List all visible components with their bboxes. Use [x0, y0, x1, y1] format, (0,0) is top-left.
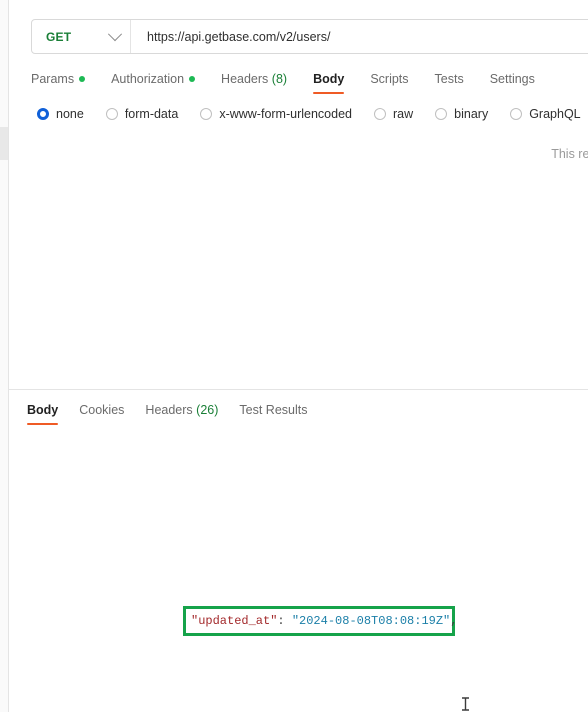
response-tab-label: Body — [27, 403, 59, 417]
request-tab-count: (8) — [271, 72, 288, 86]
sidebar-rail — [0, 0, 9, 712]
annotation-highlight-box: "updated_at": "2024-08-08T08:08:19Z", — [183, 606, 457, 636]
request-tab-body[interactable]: Body — [313, 68, 357, 96]
annotation-key: "updated_at" — [191, 614, 278, 628]
body-type-radio-binary[interactable]: binary — [435, 107, 488, 121]
request-tab-scripts[interactable]: Scripts — [370, 68, 421, 96]
request-tab-label: Scripts — [370, 72, 409, 86]
request-tab-label: Headers — [221, 72, 269, 86]
body-type-radio-label: GraphQL — [529, 107, 581, 121]
url-bar: GET https://api.getbase.com/v2/users/ — [31, 19, 588, 54]
request-tab-label: Tests — [434, 72, 464, 86]
body-type-radio-group: none form-data x-www-form-urlencoded raw bin… — [37, 107, 588, 121]
chevron-down-icon — [107, 26, 123, 41]
annotation-value: "2024-08-08T08:08:19Z" — [291, 614, 451, 628]
request-tab-params[interactable]: Params — [31, 68, 98, 96]
request-tabs: Params Authorization Headers (8) Body Script… — [31, 68, 561, 96]
body-type-radio-none[interactable]: none — [37, 107, 84, 121]
body-type-radio-label: x-www-form-urlencoded — [219, 107, 352, 121]
body-type-radio-form-data[interactable]: form-data — [105, 107, 179, 121]
request-tab-tests[interactable]: Tests — [435, 68, 477, 96]
radio-button-icon — [105, 108, 118, 120]
request-body-empty-message: This request does not have a body — [9, 147, 588, 161]
body-type-radio-x-www-form-urlencoded[interactable]: x-www-form-urlencoded — [200, 107, 352, 121]
radio-button-icon — [435, 108, 448, 120]
request-tab-label: Body — [313, 72, 345, 86]
radio-button-icon — [510, 108, 523, 120]
response-tab-count: (26) — [196, 403, 219, 417]
annotation-colon: : — [277, 614, 292, 628]
http-method-select[interactable]: GET — [32, 20, 130, 53]
response-tabs: Body Cookies Headers (26) Test Results — [27, 400, 328, 426]
response-tab-test-results[interactable]: Test Results — [239, 400, 307, 426]
response-tab-cookies[interactable]: Cookies — [79, 400, 124, 426]
radio-button-icon — [37, 108, 49, 120]
modified-dot-icon — [189, 75, 196, 82]
response-tab-headers[interactable]: Headers (26) — [145, 400, 218, 426]
body-type-radio-graphql[interactable]: GraphQL — [510, 107, 581, 121]
body-type-radio-label: raw — [393, 107, 414, 121]
radio-button-icon — [374, 108, 386, 120]
body-type-radio-label: binary — [454, 107, 489, 121]
request-body-empty-text: This request does not have a body — [551, 147, 588, 161]
response-tab-label: Cookies — [79, 403, 125, 417]
request-tab-label: Settings — [489, 72, 535, 86]
request-tab-headers[interactable]: Headers (8) — [221, 68, 300, 96]
annotation-comma: , — [450, 614, 458, 628]
request-tab-label: Params — [31, 72, 75, 86]
request-tab-authorization[interactable]: Authorization — [111, 68, 208, 96]
annotation-highlight-content: "updated_at": "2024-08-08T08:08:19Z", — [186, 609, 457, 633]
http-method-label: GET — [46, 29, 72, 44]
sidebar-resize-handle[interactable] — [0, 127, 8, 160]
response-tab-body[interactable]: Body — [27, 400, 59, 426]
active-tab-underline — [313, 92, 345, 94]
response-pane: BodyCookiesHeaders (26)Test Results Pret… — [9, 389, 588, 712]
request-pane: GET https://api.getbase.com/v2/users/ Pa… — [9, 0, 588, 389]
body-type-radio-label: none — [56, 107, 84, 121]
body-type-radio-raw[interactable]: raw — [374, 107, 413, 121]
active-tab-underline — [27, 423, 59, 425]
request-tab-label: Authorization — [111, 72, 185, 86]
response-tab-label: Test Results — [239, 403, 308, 417]
request-tab-settings[interactable]: Settings — [490, 68, 548, 96]
body-type-radio-label: form-data — [124, 107, 179, 121]
radio-button-icon — [200, 108, 213, 120]
response-tab-label: Headers — [145, 403, 193, 417]
text-cursor-icon — [462, 697, 469, 711]
modified-dot-icon — [79, 75, 86, 82]
url-input[interactable]: https://api.getbase.com/v2/users/ — [131, 30, 588, 44]
